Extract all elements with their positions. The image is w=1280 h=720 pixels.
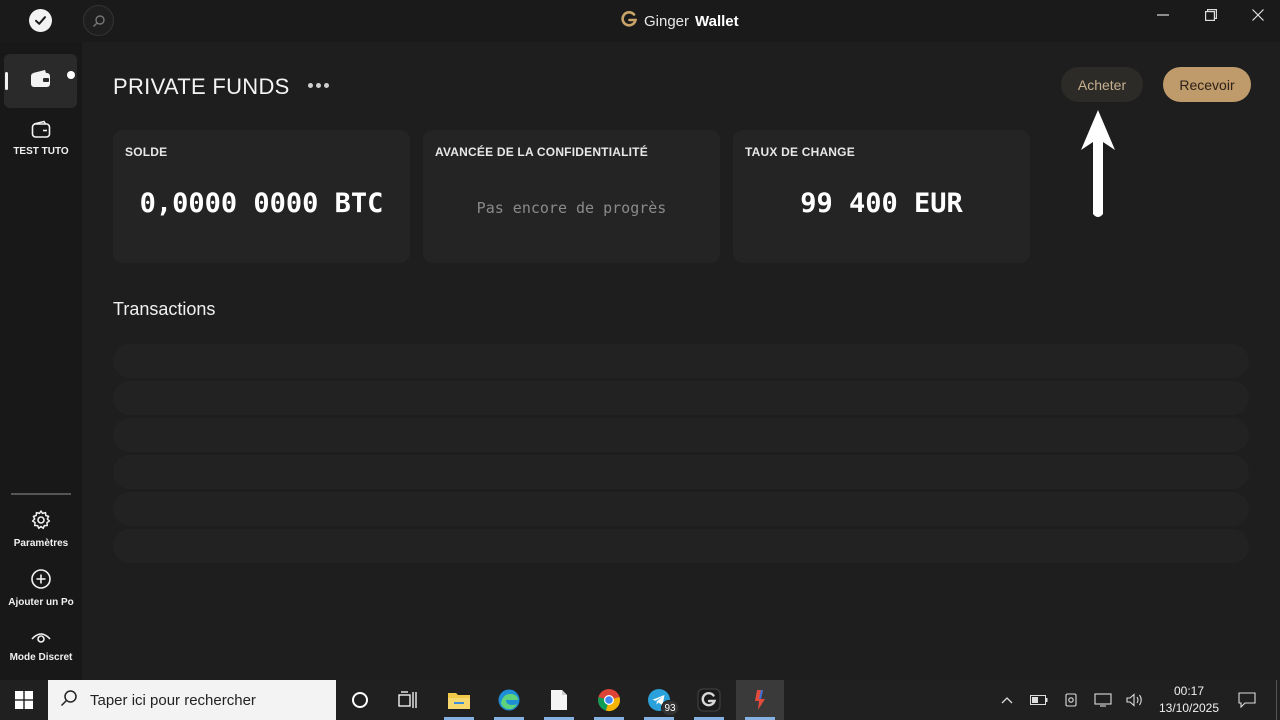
privacy-progress-card: AVANCÉE DE LA CONFIDENTIALITÉ Pas encore… bbox=[423, 130, 720, 263]
sidebar-item-settings[interactable]: Paramètres bbox=[0, 509, 82, 549]
taskbar: Taper ici pour rechercher 93 00:17 13/10… bbox=[0, 680, 1280, 720]
taskbar-search-box[interactable]: Taper ici pour rechercher bbox=[48, 680, 336, 720]
cortana-icon[interactable] bbox=[336, 680, 384, 720]
app-title-light: Ginger bbox=[644, 12, 690, 30]
sidebar-divider bbox=[11, 493, 71, 495]
exchange-rate-value: 99 400 EUR bbox=[800, 188, 963, 219]
plus-circle-icon bbox=[30, 568, 52, 593]
app-title-bold: Wallet bbox=[695, 12, 739, 30]
notification-badge: 93 bbox=[661, 700, 679, 716]
more-dot-icon bbox=[315, 82, 321, 88]
exchange-rate-card: TAUX DE CHANGE 99 400 EUR bbox=[733, 130, 1030, 263]
check-icon[interactable] bbox=[29, 9, 52, 32]
transaction-placeholder-row bbox=[113, 418, 1249, 452]
transaction-placeholder-row bbox=[113, 529, 1249, 563]
divider bbox=[1275, 680, 1277, 720]
edge-icon[interactable] bbox=[485, 680, 533, 720]
taskbar-clock[interactable]: 00:17 13/10/2025 bbox=[1150, 683, 1228, 717]
title-bar: Ginger Wallet bbox=[0, 0, 1280, 42]
sidebar-item-add-wallet[interactable]: Ajouter un Po bbox=[0, 568, 82, 608]
meet-now-icon[interactable] bbox=[1060, 680, 1082, 720]
sidebar-item-active-wallet[interactable] bbox=[4, 54, 77, 108]
transaction-placeholder-row bbox=[113, 344, 1249, 378]
wallet-icon bbox=[30, 69, 52, 94]
sidebar-item-label: Ajouter un Po bbox=[8, 597, 74, 608]
clock-time: 00:17 bbox=[1173, 684, 1205, 698]
sidebar-item-label: Mode Discret bbox=[9, 652, 73, 663]
transaction-placeholder-row bbox=[113, 381, 1249, 415]
card-label: AVANCÉE DE LA CONFIDENTIALITÉ bbox=[435, 145, 648, 159]
task-view-icon[interactable] bbox=[384, 680, 432, 720]
notification-center-icon[interactable] bbox=[1234, 680, 1260, 720]
balance-card: SOLDE 0,0000 0000 BTC bbox=[113, 130, 410, 263]
network-icon[interactable] bbox=[1092, 680, 1114, 720]
chrome-icon[interactable] bbox=[585, 680, 633, 720]
windows-start-icon[interactable] bbox=[0, 680, 48, 720]
sidebar-item-test-tuto[interactable]: TEST TUTO bbox=[0, 120, 82, 157]
notepad-icon[interactable] bbox=[535, 680, 583, 720]
sidebar: TEST TUTO Paramètres Ajouter un Po Mode … bbox=[0, 42, 82, 680]
search-icon[interactable] bbox=[83, 5, 114, 36]
notification-dot bbox=[67, 71, 75, 79]
file-explorer-icon[interactable] bbox=[435, 680, 483, 720]
minimize-button[interactable] bbox=[1140, 0, 1186, 30]
clock-date: 13/10/2025 bbox=[1158, 701, 1220, 715]
app-title: Ginger Wallet bbox=[620, 10, 739, 32]
page-title: PRIVATE FUNDS bbox=[113, 74, 290, 99]
ginger-logo-icon bbox=[620, 10, 638, 32]
sidebar-item-discreet-mode[interactable]: Mode Discret bbox=[0, 629, 82, 663]
eye-icon bbox=[30, 629, 52, 648]
transaction-placeholder-row bbox=[113, 492, 1249, 526]
close-button[interactable] bbox=[1235, 0, 1280, 30]
arrow-up-icon bbox=[1078, 108, 1118, 225]
transactions-title: Transactions bbox=[113, 299, 216, 319]
sidebar-item-label: TEST TUTO bbox=[13, 146, 69, 157]
card-label: SOLDE bbox=[125, 145, 168, 159]
more-options-button[interactable] bbox=[305, 74, 331, 96]
transaction-placeholder-row bbox=[113, 455, 1249, 489]
more-dot-icon bbox=[323, 82, 329, 88]
balance-value: 0,0000 0000 BTC bbox=[139, 188, 384, 219]
receive-button[interactable]: Recevoir bbox=[1163, 67, 1251, 102]
more-dot-icon bbox=[307, 82, 313, 88]
ginger-wallet-taskbar-icon[interactable] bbox=[685, 680, 733, 720]
privacy-progress-value: Pas encore de progrès bbox=[476, 199, 667, 217]
gear-icon bbox=[30, 509, 52, 534]
battery-icon[interactable] bbox=[1028, 680, 1050, 720]
card-label: TAUX DE CHANGE bbox=[745, 145, 855, 159]
active-app-icon[interactable] bbox=[736, 680, 784, 720]
buy-button[interactable]: Acheter bbox=[1061, 67, 1143, 102]
wallet-icon bbox=[31, 120, 51, 142]
restore-button[interactable] bbox=[1188, 0, 1234, 30]
search-icon bbox=[60, 689, 78, 711]
volume-icon[interactable] bbox=[1124, 680, 1146, 720]
taskbar-search-placeholder: Taper ici pour rechercher bbox=[90, 691, 256, 709]
chevron-up-icon[interactable] bbox=[996, 680, 1018, 720]
telegram-icon[interactable]: 93 bbox=[635, 680, 683, 720]
show-desktop-button[interactable] bbox=[1272, 680, 1280, 720]
main-content: PRIVATE FUNDS Acheter Recevoir SOLDE 0,0… bbox=[82, 42, 1280, 680]
sidebar-item-label: Paramètres bbox=[13, 538, 69, 549]
